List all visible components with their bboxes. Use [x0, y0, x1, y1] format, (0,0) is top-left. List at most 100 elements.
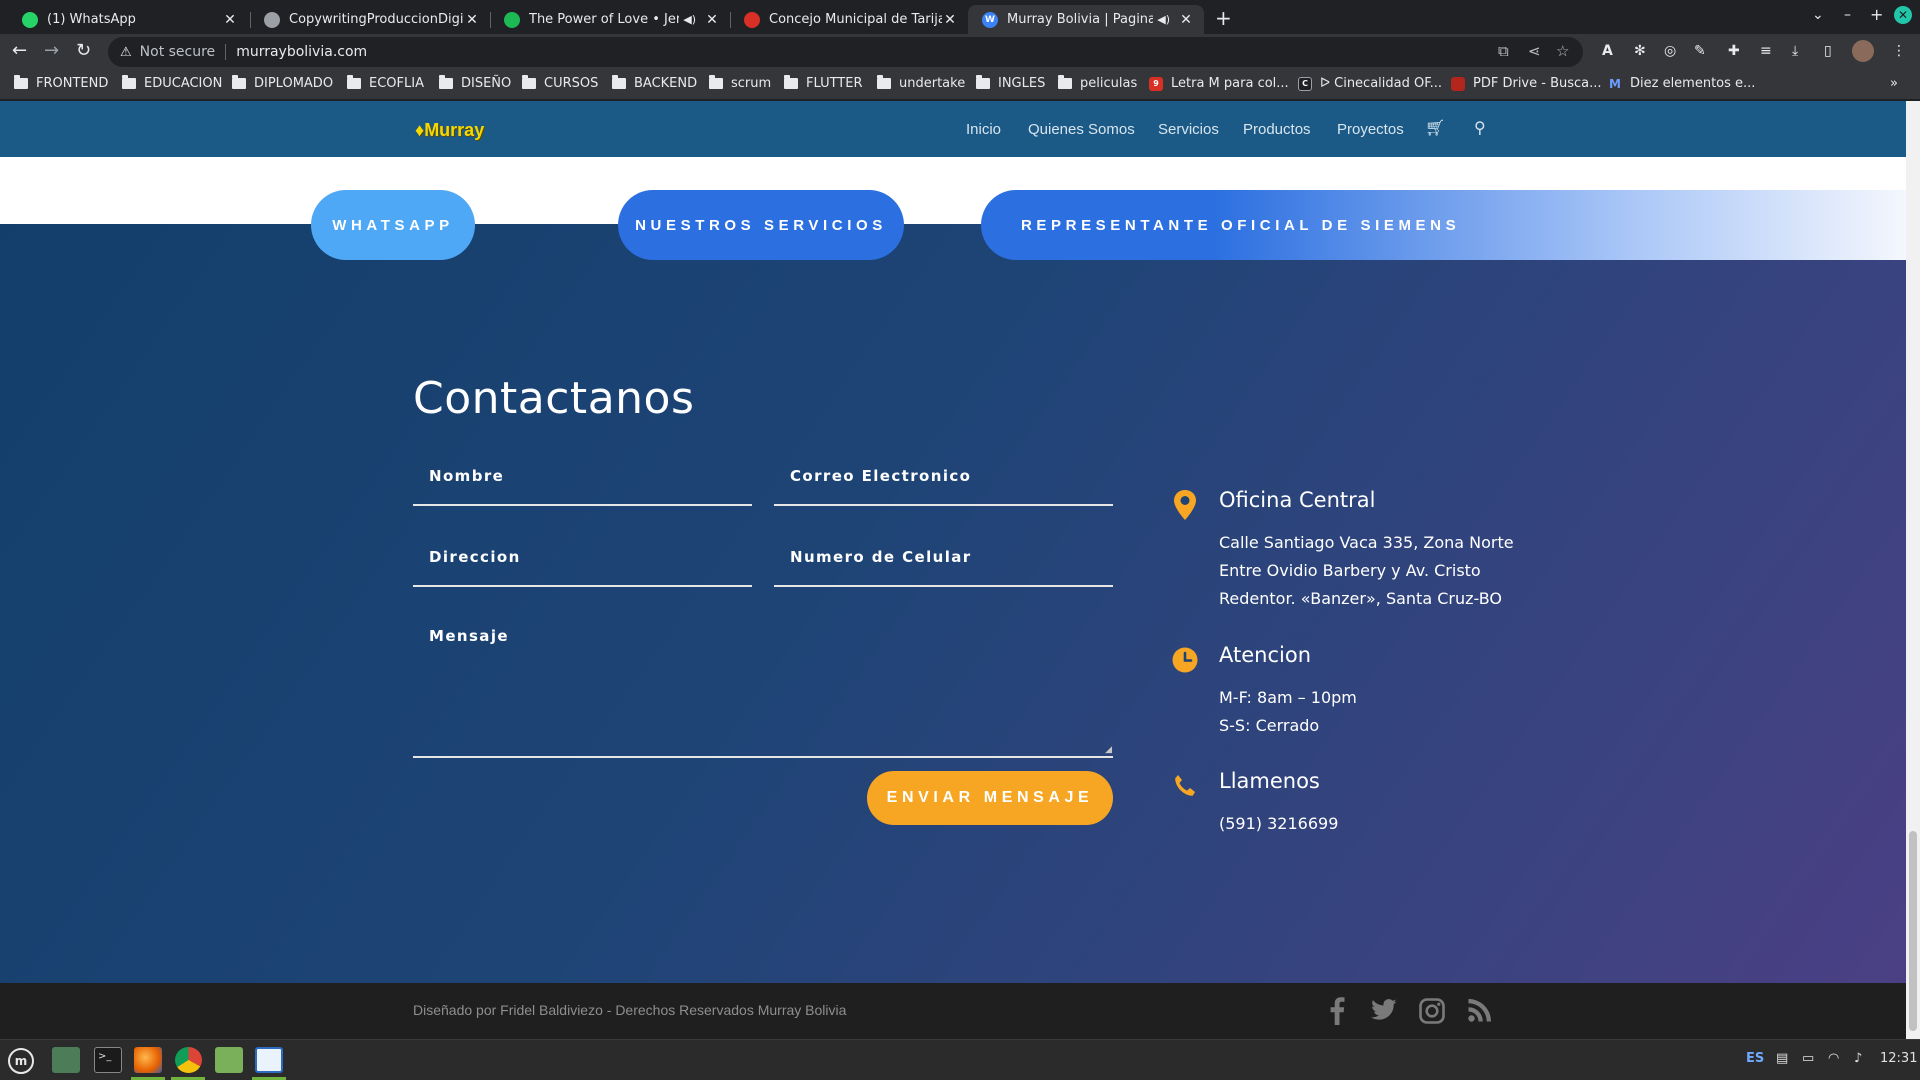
minimize-icon[interactable]: –	[1844, 7, 1851, 23]
files-folder-icon[interactable]	[215, 1047, 243, 1073]
tab-spotify[interactable]: The Power of Love • Jenni ◀) ✕	[490, 5, 730, 34]
show-desktop-icon[interactable]	[52, 1047, 80, 1073]
close-tab-icon[interactable]: ✕	[942, 12, 958, 28]
bookmark-site[interactable]: M Diez elementos e...	[1608, 76, 1755, 91]
bookmark-folder[interactable]: scrum	[709, 75, 771, 91]
siemens-button[interactable]: REPRESENTANTE OFICIAL DE SIEMENS	[981, 190, 1906, 260]
bookmark-folder[interactable]: CURSOS	[522, 75, 598, 91]
volume-icon[interactable]: ♪	[1854, 1051, 1862, 1066]
email-field[interactable]: Correo Electronico	[774, 454, 1113, 506]
url-text[interactable]: murraybolivia.com	[236, 44, 367, 60]
reload-icon[interactable]: ↻	[76, 40, 91, 61]
new-tab-button[interactable]: +	[1215, 6, 1232, 30]
phone-number[interactable]: (591) 3216699	[1219, 810, 1338, 838]
twitter-icon[interactable]	[1371, 999, 1397, 1021]
mint-menu-icon[interactable]: m	[8, 1048, 34, 1074]
extension-react-icon[interactable]: ✻	[1634, 43, 1646, 59]
close-tab-icon[interactable]: ✕	[1178, 12, 1194, 28]
bookmark-folder[interactable]: FRONTEND	[14, 75, 108, 91]
cart-icon[interactable]: 🛒︎	[1425, 118, 1445, 137]
message-textarea[interactable]: Mensaje ◢	[413, 615, 1113, 758]
tab-title: (1) WhatsApp	[47, 12, 136, 27]
address-bar[interactable]: ⚠ Not secure murraybolivia.com ⧉ ⋖ ☆	[108, 37, 1583, 67]
clock-time[interactable]: 12:31	[1880, 1051, 1917, 1066]
address-field[interactable]: Direccion	[413, 535, 752, 587]
menu-kebab-icon[interactable]: ⋮	[1892, 43, 1906, 59]
firefox-icon[interactable]	[134, 1047, 162, 1073]
wifi-icon[interactable]: ◠	[1828, 1051, 1839, 1066]
back-icon[interactable]: ←	[12, 40, 27, 61]
bookmarks-bar: FRONTEND EDUCACION DIPLOMADO ECOFLIA DIS…	[0, 70, 1920, 100]
folder-icon	[877, 75, 891, 89]
site-favicon-icon	[744, 11, 760, 28]
close-tab-icon[interactable]: ✕	[464, 12, 480, 28]
search-icon[interactable]: ⚲	[1474, 118, 1486, 137]
bookmark-folder[interactable]: BACKEND	[612, 75, 697, 91]
nav-servicios[interactable]: Servicios	[1158, 121, 1219, 138]
bookmark-site[interactable]: 9 Letra M para col...	[1149, 76, 1289, 91]
tab-murray[interactable]: W Murray Bolivia | Pagina Of ◀) ✕	[968, 5, 1204, 34]
rss-icon[interactable]	[1468, 998, 1492, 1022]
tab-concejo[interactable]: Concejo Municipal de Tarija ✕	[730, 5, 968, 34]
warning-icon[interactable]: ⚠	[120, 45, 132, 60]
bookmark-folder[interactable]: peliculas	[1058, 75, 1137, 91]
whatsapp-button[interactable]: WHATSAPP	[311, 190, 475, 260]
bookmark-site[interactable]: C ᐅ Cinecalidad OF...	[1298, 76, 1442, 91]
terminal-icon[interactable]: >_	[94, 1047, 122, 1073]
chrome-icon[interactable]	[175, 1047, 202, 1073]
resize-handle-icon[interactable]: ◢	[1105, 745, 1112, 755]
tab-whatsapp[interactable]: (1) WhatsApp ✕	[8, 5, 248, 34]
bookmark-folder[interactable]: undertake	[877, 75, 965, 91]
bookmark-site[interactable]: PDF Drive - Busca...	[1451, 76, 1602, 91]
bookmark-folder[interactable]: EDUCACION	[122, 75, 222, 91]
nav-quienes-somos[interactable]: Quienes Somos	[1028, 121, 1135, 138]
extension-circle-icon[interactable]: ◎	[1664, 43, 1676, 59]
bookmark-star-icon[interactable]: ☆	[1556, 42, 1569, 60]
bookmark-folder[interactable]: DISEÑO	[439, 75, 511, 91]
send-message-button[interactable]: ENVIAR MENSAJE	[867, 771, 1113, 825]
phone-field[interactable]: Numero de Celular	[774, 535, 1113, 587]
folder-icon	[439, 75, 453, 89]
folder-icon	[122, 75, 136, 89]
nav-inicio[interactable]: Inicio	[966, 121, 1001, 138]
close-tab-icon[interactable]: ✕	[222, 12, 238, 28]
text-editor-icon[interactable]	[255, 1047, 283, 1073]
facebook-icon[interactable]	[1329, 997, 1345, 1025]
profile-avatar[interactable]	[1852, 40, 1874, 62]
close-window-icon[interactable]: ✕	[1894, 6, 1912, 24]
bookmark-folder[interactable]: INGLES	[976, 75, 1045, 91]
clipboard-icon[interactable]: ▤	[1776, 1051, 1788, 1066]
tab-copywriting[interactable]: CopywritingProduccionDigital ✕	[250, 5, 490, 34]
globe-icon	[264, 11, 280, 28]
translate-icon[interactable]: ⧉	[1498, 42, 1509, 60]
extension-pen-icon[interactable]: ✎	[1694, 43, 1706, 59]
nav-proyectos[interactable]: Proyectos	[1337, 121, 1404, 138]
extension-a-icon[interactable]: A	[1602, 43, 1613, 59]
drive-icon[interactable]: ▭	[1802, 1051, 1814, 1066]
name-field[interactable]: Nombre	[413, 454, 752, 506]
share-icon[interactable]: ⋖	[1528, 42, 1541, 60]
bookmark-folder[interactable]: FLUTTER	[784, 75, 863, 91]
download-icon[interactable]: ⤓	[1792, 43, 1798, 59]
more-bookmarks-icon[interactable]: »	[1890, 76, 1898, 91]
media-control-icon[interactable]: ≡	[1760, 43, 1772, 59]
forward-icon[interactable]: →	[44, 40, 59, 61]
extensions-puzzle-icon[interactable]: ✚	[1728, 43, 1740, 59]
page-scrollbar[interactable]	[1906, 101, 1920, 1039]
speaker-icon[interactable]: ◀)	[683, 13, 696, 26]
close-tab-icon[interactable]: ✕	[704, 12, 720, 28]
speaker-icon[interactable]: ◀)	[1157, 13, 1170, 26]
services-button[interactable]: NUESTROS SERVICIOS	[618, 190, 904, 260]
scrollbar-thumb[interactable]	[1909, 831, 1917, 1031]
bookmark-folder[interactable]: ECOFLIA	[347, 75, 424, 91]
message-placeholder: Mensaje	[429, 627, 509, 645]
side-panel-icon[interactable]: ▯	[1824, 43, 1832, 59]
instagram-icon[interactable]	[1419, 998, 1445, 1024]
maximize-icon[interactable]: +	[1870, 5, 1883, 24]
site-logo[interactable]: ♦Murray	[415, 120, 484, 141]
nav-productos[interactable]: Productos	[1243, 121, 1311, 138]
bookmark-folder[interactable]: DIPLOMADO	[232, 75, 333, 91]
keyboard-layout[interactable]: ES	[1746, 1051, 1764, 1066]
tab-search-icon[interactable]: ⌄	[1812, 7, 1824, 23]
security-label[interactable]: Not secure	[140, 44, 216, 60]
